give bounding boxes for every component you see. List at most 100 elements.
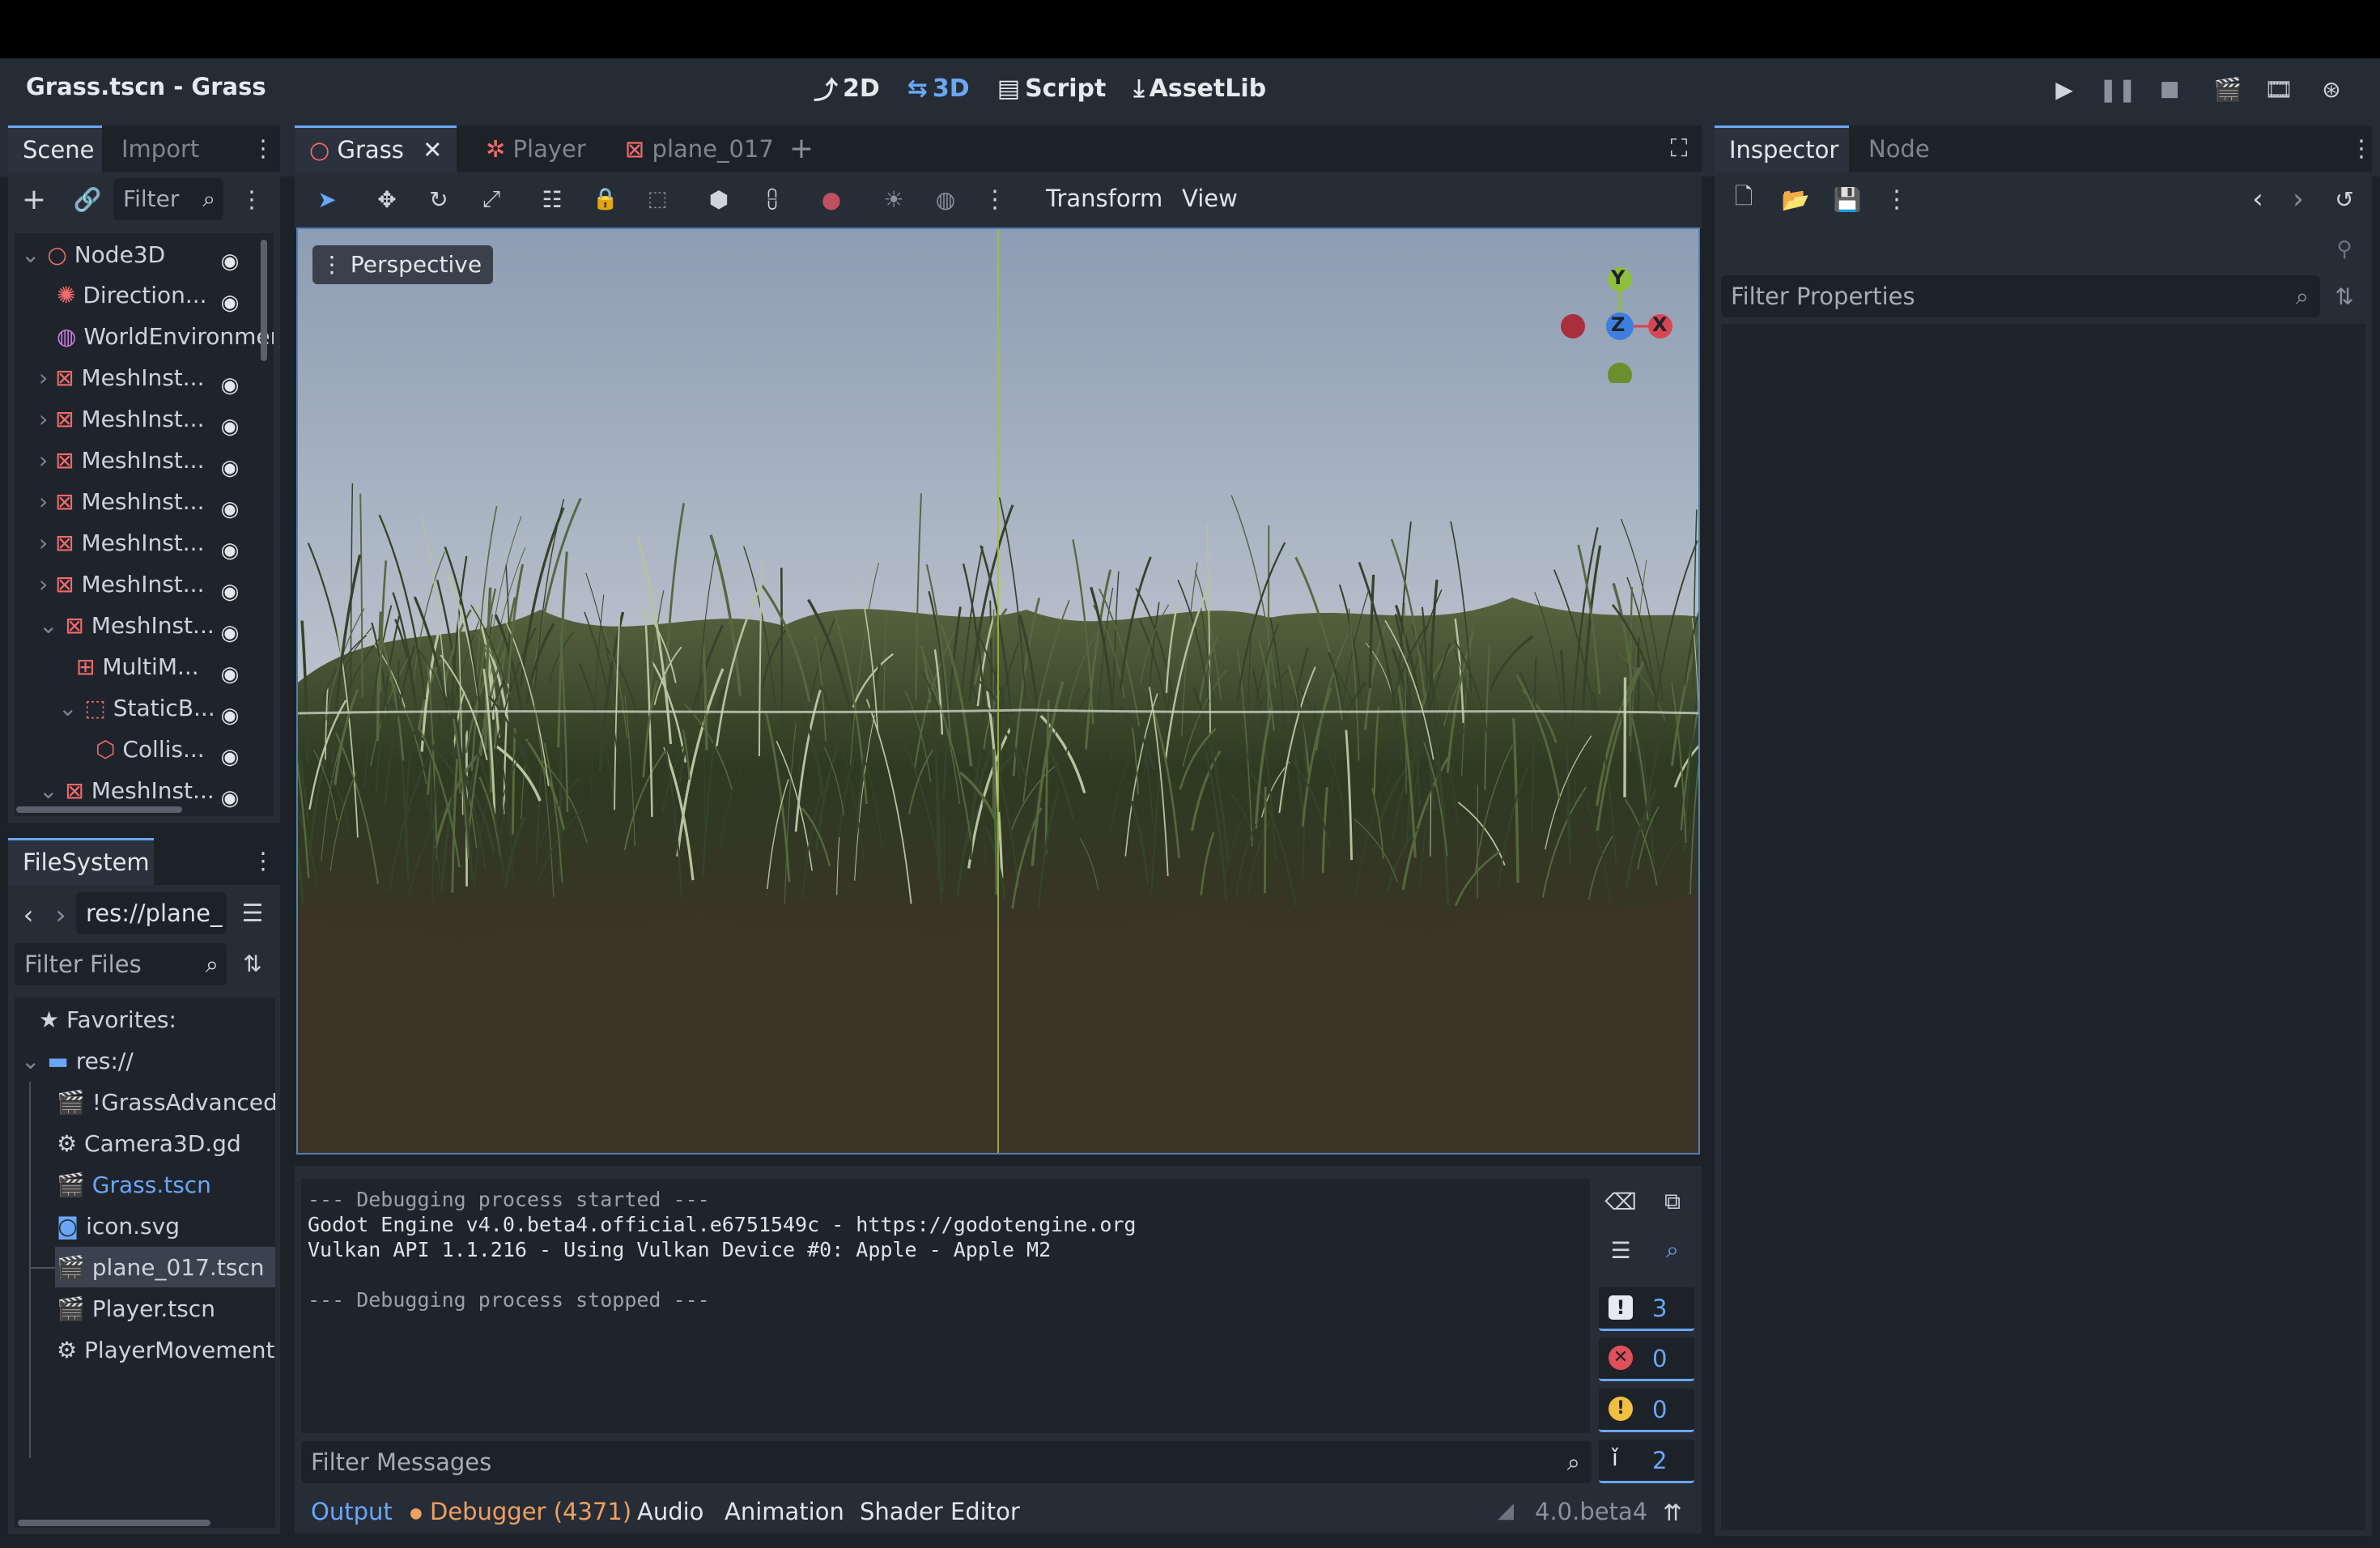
3d-viewport[interactable]: ⋮ Perspective Y Z X [296, 228, 1700, 1155]
file-item[interactable]: 🎬 Grass.tscn [57, 1165, 211, 1206]
distraction-free-icon[interactable]: ⛶ [1663, 132, 1695, 164]
update-spinner-icon[interactable]: ◢ [1498, 1499, 1514, 1523]
tree-item[interactable]: ⬡ Collis... [96, 729, 205, 770]
tab-filesystem[interactable]: FileSystem [8, 838, 154, 885]
eye-icon[interactable]: ◉ [214, 365, 246, 406]
tab-player[interactable]: ✲ Player [471, 125, 601, 172]
eye-icon[interactable]: ◉ [214, 695, 246, 737]
tree-item[interactable]: ⌄ ⊠ MeshInst... [39, 771, 215, 811]
add-tab-icon[interactable]: + [785, 132, 818, 165]
eye-icon[interactable]: ◉ [214, 778, 246, 819]
tab-plane-017[interactable]: ⊠ plane_017 [610, 125, 788, 172]
bottom-tab-debugger[interactable]: ● Debugger (4371) [410, 1498, 631, 1525]
file-item[interactable]: 🎬 !GrassAdvanced.gd [57, 1082, 275, 1123]
view-menu[interactable]: View [1182, 185, 1238, 212]
tree-item[interactable]: ⊞ MultiM... [76, 647, 199, 687]
lock-icon[interactable]: 🔒 [589, 183, 622, 215]
clear-output-icon[interactable]: ⌫ [1604, 1185, 1637, 1218]
play-icon[interactable]: ▶ [2048, 73, 2080, 105]
collapse-icon[interactable]: ☰ [1604, 1234, 1637, 1266]
new-resource-icon[interactable]: 🗋 [1728, 183, 1760, 215]
menu-dots-icon[interactable]: ⋮ [983, 183, 1007, 215]
environment-preview-icon[interactable]: ◍ [929, 183, 962, 215]
menu-dots-icon[interactable]: ⋮ [251, 844, 275, 877]
eye-icon[interactable]: ◉ [214, 530, 246, 572]
tree-item[interactable]: › ⊠ MeshInst... [39, 358, 204, 398]
history-icon[interactable]: ↺ [2328, 183, 2361, 215]
copy-icon[interactable]: ⧉ [1656, 1185, 1689, 1218]
tree-item[interactable]: › ⊠ MeshInst... [39, 482, 204, 522]
scene-filter-input[interactable]: Filter ⌕ [113, 178, 223, 220]
scene-tree-hscroll[interactable] [16, 806, 182, 813]
editor-messages-filter-toggle[interactable]: ǐ 2 [1599, 1440, 1694, 1483]
menu-dots-icon[interactable]: ⋮ [240, 183, 264, 215]
list-select-icon[interactable]: ☷ [536, 183, 568, 215]
back-icon[interactable]: ‹ [16, 897, 40, 933]
workspace-tab-2d[interactable]: ⤴ 2D [814, 71, 880, 106]
output-log[interactable]: --- Debugging process started --- Godot … [301, 1179, 1590, 1433]
object-properties-icon[interactable]: ⚲ [2328, 233, 2361, 266]
split-view-icon[interactable]: ☰ [236, 897, 269, 929]
messages-filter-toggle[interactable]: ! 3 [1599, 1287, 1694, 1331]
close-icon[interactable]: ✕ [423, 136, 442, 164]
file-item[interactable]: 🎬 Player.tscn [57, 1289, 215, 1329]
menu-dots-icon[interactable]: ⋮ [2349, 132, 2374, 164]
tree-item[interactable]: › ⊠ MeshInst... [39, 564, 204, 605]
file-item-selected[interactable]: 🎬 plane_017.tscn [57, 1248, 265, 1288]
file-tree-hscroll[interactable] [18, 1520, 210, 1526]
menu-dots-icon[interactable]: ⋮ [1885, 183, 1909, 215]
play-scene-icon[interactable]: 🎬 [2212, 73, 2244, 105]
filter-messages-input[interactable]: Filter Messages ⌕ [301, 1441, 1592, 1483]
tree-item[interactable]: ⌄ ⊠ MeshInst... [39, 606, 215, 646]
eye-icon[interactable]: ◉ [214, 283, 246, 324]
move-tool-icon[interactable]: ✥ [371, 183, 403, 215]
sun-preview-icon[interactable]: ☀ [878, 183, 910, 215]
tree-item[interactable]: › ⊠ MeshInst... [39, 440, 204, 481]
eye-icon[interactable]: ◉ [214, 241, 246, 283]
sort-icon[interactable]: ⇅ [236, 947, 269, 980]
snap-icon[interactable]: ⩉ [756, 183, 788, 215]
search-icon[interactable]: ⌕ [1656, 1234, 1689, 1266]
open-folder-icon[interactable]: 📂 [1779, 183, 1812, 215]
eye-icon[interactable]: ◉ [214, 406, 246, 448]
filter-files-input[interactable]: Filter Files ⌕ [15, 943, 227, 985]
warnings-filter-toggle[interactable]: ! 0 [1599, 1389, 1694, 1432]
expand-panel-icon[interactable]: ⇈ [1656, 1496, 1689, 1529]
movie-maker-icon[interactable]: ⊛ [2315, 73, 2348, 105]
history-back-icon[interactable]: ‹ [2246, 183, 2270, 215]
file-item[interactable]: ◙ icon.svg [57, 1206, 180, 1247]
bottom-tab-animation[interactable]: Animation [725, 1498, 844, 1525]
eye-icon[interactable]: ◉ [214, 613, 246, 654]
transform-menu[interactable]: Transform [1046, 185, 1162, 212]
camera-override-icon[interactable]: ● [815, 183, 848, 215]
eye-icon[interactable]: ◉ [214, 448, 246, 489]
workspace-tab-3d[interactable]: ⇆ 3D [907, 71, 970, 105]
stop-icon[interactable]: ■ [2153, 73, 2186, 105]
filesystem-path-input[interactable]: res://plane_ [76, 892, 227, 934]
tab-grass[interactable]: ○ Grass ✕ [295, 125, 457, 172]
rotate-tool-icon[interactable]: ↻ [423, 183, 455, 215]
select-tool-icon[interactable]: ➤ [311, 183, 343, 215]
tree-item[interactable]: › ⊠ MeshInst... [39, 399, 204, 440]
object-selector[interactable] [1721, 228, 2320, 269]
filter-properties-input[interactable]: Filter Properties ⌕ [1721, 275, 2320, 317]
bottom-tab-output[interactable]: Output [311, 1498, 393, 1525]
errors-filter-toggle[interactable]: ✕ 0 [1599, 1337, 1694, 1381]
bottom-tab-shader-editor[interactable]: Shader Editor [860, 1498, 1020, 1525]
eye-icon[interactable]: ◉ [214, 654, 246, 695]
tree-item-root[interactable]: ⌄ ▬ res:// [21, 1041, 134, 1082]
link-icon[interactable]: 🔗 [71, 183, 104, 215]
tree-item[interactable]: ⌄ ⬚ StaticB... [58, 688, 215, 729]
local-space-icon[interactable]: ⬢ [703, 183, 735, 215]
pause-icon[interactable]: ❚❚ [2099, 73, 2137, 105]
file-item[interactable]: ⚙ Camera3D.gd [57, 1124, 241, 1164]
tree-item[interactable]: ✺ Direction... [57, 275, 207, 316]
tree-item[interactable]: ⌄ ○ Node3D [21, 235, 165, 275]
eye-icon[interactable]: ◉ [214, 737, 246, 778]
menu-dots-icon[interactable]: ⋮ [251, 132, 275, 164]
workspace-tab-assetlib[interactable]: ⤓ AssetLib [1133, 71, 1266, 105]
eye-icon[interactable]: ◉ [214, 489, 246, 530]
workspace-tab-script[interactable]: ▤ Script [997, 71, 1107, 105]
tree-item-favorites[interactable]: ★ Favorites: [39, 1000, 176, 1040]
add-node-icon[interactable]: + [18, 183, 50, 216]
